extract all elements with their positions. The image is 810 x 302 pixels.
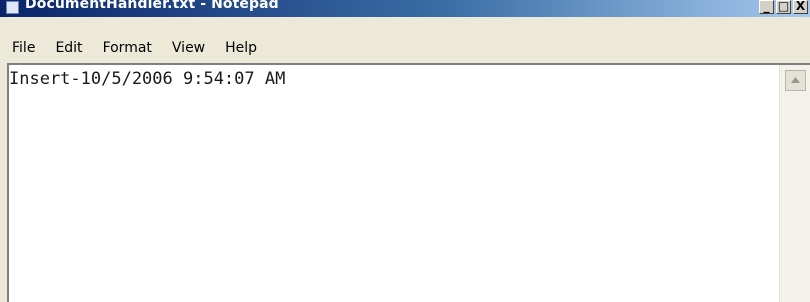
- vertical-scrollbar[interactable]: [779, 65, 810, 302]
- notepad-icon[interactable]: [6, 1, 19, 14]
- minimize-icon: _: [763, 0, 770, 13]
- minimize-button[interactable]: _: [759, 0, 774, 14]
- menu-bar: File Edit Format View Help: [0, 35, 810, 60]
- menu-help[interactable]: Help: [225, 40, 257, 56]
- notepad-window: DocumentHandler.txt - Notepad _ □ X File…: [0, 0, 810, 302]
- scroll-up-button[interactable]: [785, 70, 806, 91]
- maximize-icon: □: [777, 0, 790, 13]
- menu-format[interactable]: Format: [103, 40, 152, 56]
- scroll-up-arrow-icon: [791, 77, 800, 83]
- caption-buttons: _ □ X: [757, 0, 808, 16]
- close-icon: X: [795, 0, 806, 13]
- close-button[interactable]: X: [793, 0, 808, 14]
- editor-content[interactable]: Insert-10/5/2006 9:54:07 AM: [9, 69, 285, 89]
- menu-view[interactable]: View: [172, 40, 205, 56]
- maximize-button[interactable]: □: [776, 0, 791, 14]
- text-editor[interactable]: Insert-10/5/2006 9:54:07 AM: [7, 63, 810, 302]
- menu-file[interactable]: File: [12, 40, 35, 56]
- title-bar[interactable]: DocumentHandler.txt - Notepad _ □ X: [0, 0, 810, 17]
- window-title: DocumentHandler.txt - Notepad: [25, 0, 279, 12]
- menu-edit[interactable]: Edit: [55, 40, 82, 56]
